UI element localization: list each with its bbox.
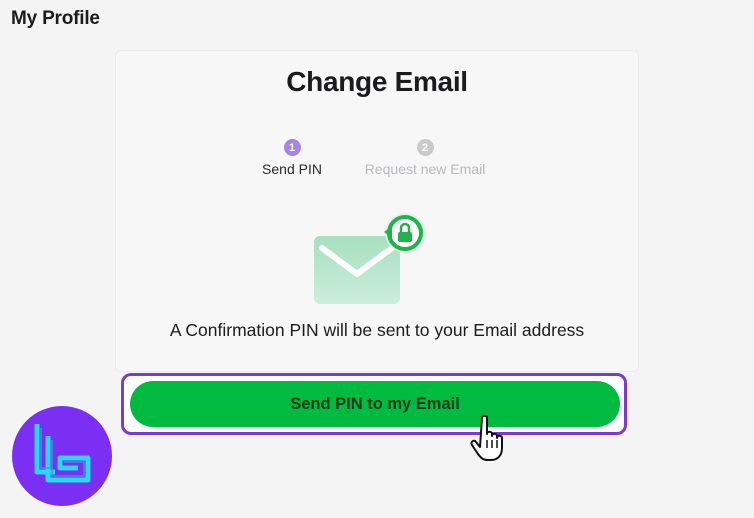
page-title: My Profile bbox=[11, 8, 100, 29]
card-title: Change Email bbox=[286, 66, 468, 97]
step-label: Request new Email bbox=[364, 161, 486, 177]
send-pin-button[interactable]: Send PIN to my Email bbox=[130, 381, 620, 427]
step-request-new-email: 2 Request new Email bbox=[355, 139, 495, 177]
page: My Profile Change Email 1 Send PIN 2 Req… bbox=[0, 0, 754, 518]
step-number-badge: 2 bbox=[416, 139, 434, 156]
hand-pointer-icon bbox=[470, 414, 503, 461]
step-label: Send PIN bbox=[262, 161, 322, 177]
confirmation-info-text: A Confirmation PIN will be sent to your … bbox=[169, 320, 585, 340]
step-number-badge: 1 bbox=[283, 139, 301, 156]
envelope-with-lock-icon bbox=[314, 213, 425, 304]
step-send-pin: 1 Send PIN bbox=[248, 139, 336, 177]
brand-logo-icon bbox=[12, 406, 112, 506]
